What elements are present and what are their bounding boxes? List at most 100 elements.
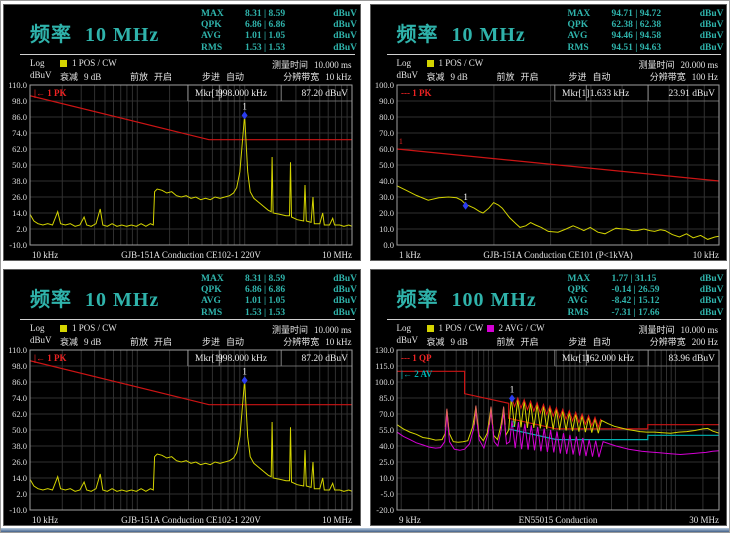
svg-text:62.0: 62.0 — [12, 409, 27, 419]
stat-row-qpk: QPK6.86 | 6.86dBuV — [201, 20, 357, 31]
svg-text:1.633 kHz: 1.633 kHz — [589, 89, 629, 99]
svg-text:23.91 dBuV: 23.91 dBuV — [668, 89, 715, 99]
frequency-label: 频率 — [30, 289, 72, 311]
svg-text:10 MHz: 10 MHz — [322, 250, 352, 260]
status-row-1: Log 1 POS / CW 测量时间20.000 ms — [371, 58, 727, 70]
svg-text:-20.0: -20.0 — [376, 505, 394, 515]
stat-value: 62.38 | 62.38 — [612, 20, 688, 31]
svg-text:86.0: 86.0 — [12, 112, 27, 122]
svg-text:10 kHz: 10 kHz — [32, 515, 58, 525]
meas-time-label: 测量时间 — [638, 325, 674, 335]
stat-row-qpk: QPK-0.14 | 26.59dBuV — [568, 285, 724, 296]
stat-unit: dBuV — [321, 20, 357, 31]
svg-text:87.20 dBuV: 87.20 dBuV — [302, 89, 349, 99]
stat-unit: dBuV — [688, 20, 724, 31]
svg-text:130.0: 130.0 — [374, 346, 393, 355]
stat-unit: dBuV — [688, 285, 724, 296]
stat-row-avg: AVG1.01 | 1.05dBuV — [201, 296, 357, 307]
svg-text:26.0: 26.0 — [12, 192, 27, 202]
stat-row-avg: AVG1.01 | 1.05dBuV — [201, 31, 357, 42]
stat-row-rms: RMS-7.31 | 17.66dBuV — [568, 308, 724, 319]
svg-text:55.0: 55.0 — [379, 425, 394, 435]
trace2-legend: 2 AVG / CW — [487, 323, 545, 333]
svg-text:83.96 dBuV: 83.96 dBuV — [668, 354, 715, 364]
svg-text:1: 1 — [242, 101, 247, 111]
svg-text:74.0: 74.0 — [12, 128, 27, 138]
svg-text:10 kHz: 10 kHz — [32, 250, 58, 260]
meas-time-label: 测量时间 — [638, 60, 674, 70]
stat-value: 1.01 | 1.05 — [245, 296, 321, 307]
amplitude-unit-label: dBuV — [30, 70, 52, 80]
frequency-label: 频率 — [397, 289, 439, 311]
frequency-title: 频率10 MHz — [30, 283, 159, 312]
stat-name: MAX — [201, 274, 245, 285]
stat-value: 94.51 | 94.63 — [612, 43, 688, 54]
stat-unit: dBuV — [688, 9, 724, 20]
frequency-value: 10 MHz — [452, 24, 526, 46]
svg-text:|← 1 PK: |← 1 PK — [34, 88, 66, 98]
stat-name: QPK — [568, 20, 612, 31]
stat-name: MAX — [568, 9, 612, 20]
spectrum-plot: 100.090.080.070.060.050.040.030.020.010.… — [373, 81, 725, 261]
stat-name: AVG — [201, 296, 245, 307]
svg-text:|← 1 PK: |← 1 PK — [34, 353, 66, 363]
stat-name: AVG — [201, 31, 245, 42]
spectrum-plot: 110.098.086.074.062.050.038.026.014.02.0… — [6, 346, 358, 526]
svg-text:70.0: 70.0 — [379, 128, 394, 138]
stat-value: -0.14 | 26.59 — [612, 285, 688, 296]
svg-text:2.0: 2.0 — [16, 489, 27, 499]
frequency-value: 100 MHz — [452, 289, 537, 311]
svg-text:GJB-151A Conduction CE102-1 22: GJB-151A Conduction CE102-1 220V — [121, 515, 261, 525]
svg-text:|← 2 AV: |← 2 AV — [401, 369, 433, 379]
svg-text:87.20 dBuV: 87.20 dBuV — [302, 354, 349, 364]
svg-text:1: 1 — [242, 366, 247, 376]
stat-name: QPK — [201, 285, 245, 296]
stat-row-max: MAX94.71 | 94.72dBuV — [568, 9, 724, 20]
svg-text:40.0: 40.0 — [379, 441, 394, 451]
svg-text:80.0: 80.0 — [379, 112, 394, 122]
spectrum-plot: 130.0115.0100.085.070.055.040.025.010.0-… — [373, 346, 725, 526]
trace1-legend: 1 POS / CW — [427, 323, 484, 333]
status-row-1: Log 1 POS / CW 2 AVG / CW 测量时间10.000 ms — [371, 323, 727, 335]
svg-text:9 kHz: 9 kHz — [399, 515, 421, 525]
amplitude-unit-label: dBuV — [397, 70, 419, 80]
stat-name: AVG — [568, 31, 612, 42]
svg-text:998.000 kHz: 998.000 kHz — [218, 89, 267, 99]
meas-time-value: 10.000 ms — [314, 325, 352, 335]
stat-name: RMS — [201, 308, 245, 319]
svg-text:2: 2 — [511, 420, 515, 429]
trace1-color-swatch — [60, 325, 67, 332]
svg-text:115.0: 115.0 — [375, 361, 394, 371]
svg-text:--- 1 QP: --- 1 QP — [401, 353, 432, 363]
status-row-1: Log 1 POS / CW 测量时间10.000 ms — [4, 58, 360, 70]
stat-row-qpk: QPK62.38 | 62.38dBuV — [568, 20, 724, 31]
stat-name: RMS — [568, 308, 612, 319]
detector-stats-table: MAX94.71 | 94.72dBuV QPK62.38 | 62.38dBu… — [568, 9, 724, 54]
spectrum-panel-top-right: 频率10 MHz MAX94.71 | 94.72dBuV QPK62.38 |… — [370, 4, 728, 261]
svg-text:14.0: 14.0 — [12, 208, 27, 218]
amplitude-unit-label: dBuV — [397, 335, 419, 345]
frequency-label: 频率 — [397, 24, 439, 46]
stat-name: MAX — [201, 9, 245, 20]
trace1-color-swatch — [427, 325, 434, 332]
trace1-legend: 1 POS / CW — [60, 58, 117, 68]
svg-text:50.0: 50.0 — [12, 425, 27, 435]
stat-row-avg: AVG94.46 | 94.58dBuV — [568, 31, 724, 42]
svg-text:86.0: 86.0 — [12, 377, 27, 387]
stat-value: 1.01 | 1.05 — [245, 31, 321, 42]
svg-text:70.0: 70.0 — [379, 409, 394, 419]
trace1-legend: 1 POS / CW — [60, 323, 117, 333]
spectrum-plot: 110.098.086.074.062.050.038.026.014.02.0… — [6, 81, 358, 261]
stat-value: 6.86 | 6.86 — [245, 20, 321, 31]
svg-text:10 MHz: 10 MHz — [322, 515, 352, 525]
stat-unit: dBuV — [321, 296, 357, 307]
trace1-label: 1 POS / CW — [72, 323, 117, 333]
stat-unit: dBuV — [321, 285, 357, 296]
stat-value: 94.71 | 94.72 — [612, 9, 688, 20]
meas-time-value: 10.000 ms — [680, 325, 718, 335]
window-bottom-edge — [1, 528, 729, 532]
svg-text:25.0: 25.0 — [379, 457, 394, 467]
svg-text:1: 1 — [463, 192, 468, 202]
trace1-label: 1 POS / CW — [439, 323, 484, 333]
svg-text:98.0: 98.0 — [12, 361, 27, 371]
